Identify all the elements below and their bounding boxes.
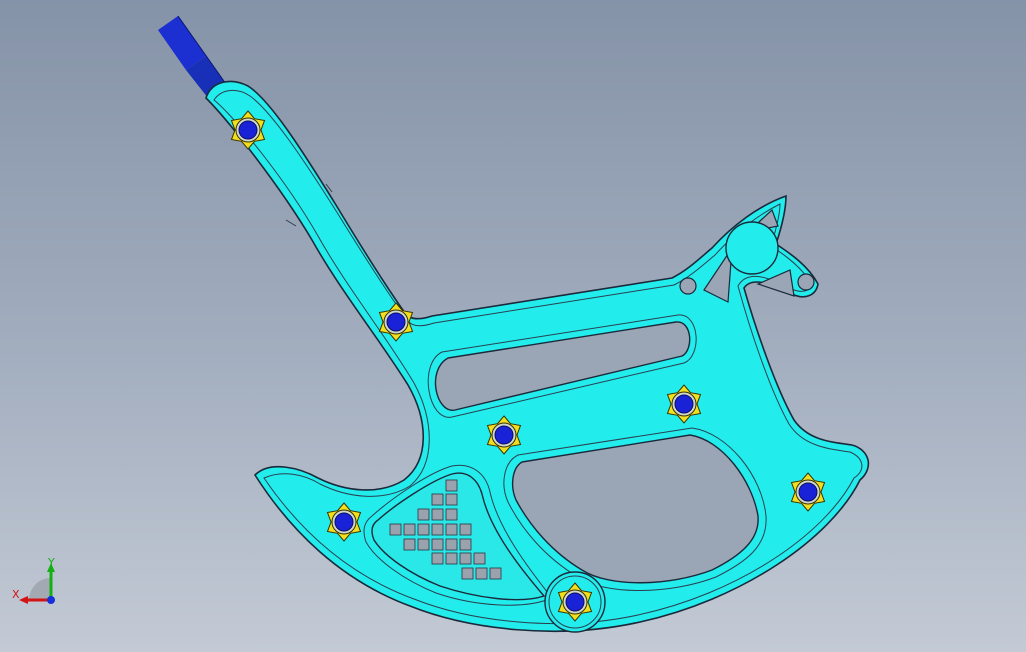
fastener-core [494,425,514,445]
nostril-hole[interactable] [797,273,815,291]
grid-square [445,538,458,551]
grid-square [431,508,444,521]
triad-z-origin [47,596,55,604]
mane-hole[interactable] [679,277,697,295]
grid-square [445,479,458,492]
grid-square [459,523,472,536]
grid-square [459,538,472,551]
grid-square [431,552,444,565]
grid-square [459,552,472,565]
grid-square [489,567,502,580]
eye-boss[interactable] [725,221,779,275]
grid-square [461,567,474,580]
grid-square [475,567,488,580]
grid-square [431,538,444,551]
fastener-core [386,312,406,332]
triad-quarter-disc [29,578,51,600]
coordinate-triad: Y X [12,556,55,604]
triad-x-arrow [19,596,28,604]
fastener-core [674,394,694,414]
grid-square [389,523,402,536]
grid-square [417,538,430,551]
cad-viewport[interactable]: Y X [0,0,1026,652]
grid-square [403,523,416,536]
grid-square [403,538,416,551]
fastener-core [565,592,585,612]
grid-square [431,523,444,536]
fastener-core [238,120,258,140]
grid-square [417,508,430,521]
grid-square [417,523,430,536]
grid-square [473,552,486,565]
grid-square [445,523,458,536]
grid-square [445,552,458,565]
fastener-core [798,482,818,502]
grid-square [445,493,458,506]
triad-y-label: Y [47,556,55,569]
triad-x-label: X [12,588,20,601]
fastener-core [334,512,354,532]
grid-square [431,493,444,506]
grid-square [445,508,458,521]
